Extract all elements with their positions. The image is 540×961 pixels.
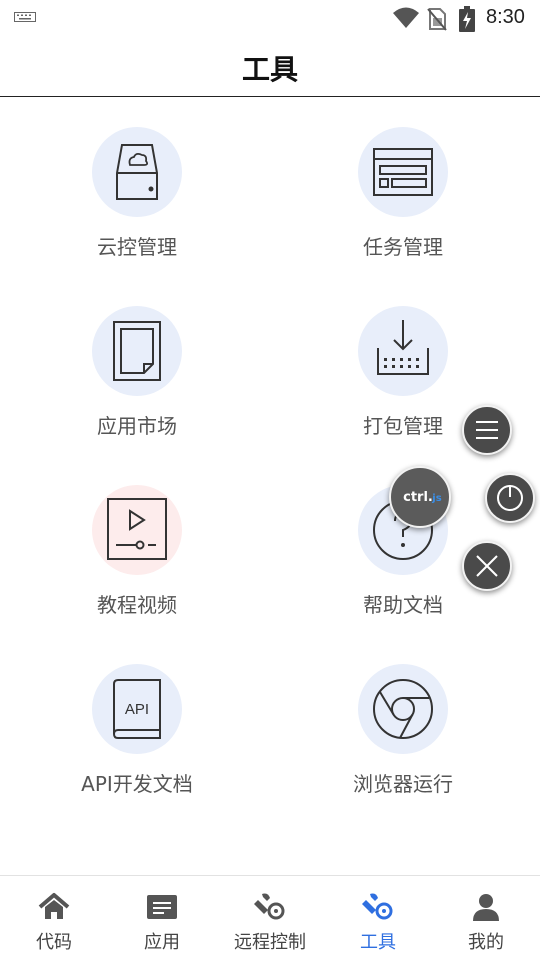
tool-label: 教程视频 [97,593,177,617]
remote-control-icon [254,893,285,920]
nav-item-remote-control[interactable]: 远程控制 [216,876,324,961]
tool-icon-bg [92,127,182,217]
package-download-icon [377,320,429,375]
close-icon [476,555,498,577]
api-book-icon: API [113,679,161,739]
tool-icon-bg [358,306,448,396]
tool-label: 应用市场 [97,414,177,438]
app-card-icon [147,895,177,919]
browser-icon [373,679,433,739]
document-page-icon [113,321,161,381]
tool-cloud-control[interactable]: 云控管理 [37,127,237,260]
no-sim-icon [427,8,447,31]
floating-close-button[interactable] [462,541,512,591]
nav-label: 远程控制 [234,932,306,953]
status-time: 8:30 [486,6,525,28]
tool-icon-bg [92,306,182,396]
svg-text:js: js [431,493,441,504]
ctrljs-logo-icon: ctrl. js [403,490,442,505]
cloud-storage-icon [116,144,158,200]
user-icon [473,894,499,921]
tool-app-market[interactable]: 应用市场 [37,306,237,439]
battery-charging-icon [459,6,475,32]
power-icon [497,485,523,511]
nav-label: 代码 [36,932,72,953]
title-bar: 工具 [0,36,540,97]
tool-label: 浏览器运行 [353,772,453,796]
floating-power-button[interactable] [485,473,535,523]
tool-label: API开发文档 [81,772,193,796]
tool-task-manager[interactable]: 任务管理 [303,127,503,260]
tool-label: 云控管理 [97,235,177,259]
menu-icon [476,421,498,439]
tools-grid: 云控管理 任务管理 应用市场 打包管理 教程视频 帮助文档 API API开发文… [0,97,540,875]
nav-item-tools[interactable]: 工具 [324,876,432,961]
svg-text:API: API [125,701,149,718]
status-bar: 8:30 [0,0,540,36]
floating-menu-button[interactable] [462,405,512,455]
nav-label: 工具 [360,932,396,953]
video-player-icon [107,498,167,560]
home-icon [38,893,70,919]
nav-label: 应用 [144,932,180,953]
tool-icon-bg [358,127,448,217]
nav-label: 我的 [468,932,504,953]
page-title: 工具 [241,53,298,86]
nav-item-code[interactable]: 代码 [0,876,108,961]
tool-icon-bg [92,485,182,575]
nav-item-mine[interactable]: 我的 [432,876,540,961]
bottom-nav: 代码 应用 远程控制 工具 我的 [0,875,540,961]
nav-item-apps[interactable]: 应用 [108,876,216,961]
svg-text:ctrl.: ctrl. [403,490,433,505]
tool-icon-bg: API [92,664,182,754]
tool-api-docs[interactable]: API API开发文档 [37,664,237,797]
floating-logo-button[interactable]: ctrl. js [389,466,451,528]
tool-label: 任务管理 [363,235,443,259]
tool-tutorial-video[interactable]: 教程视频 [37,485,237,618]
tool-browser-run[interactable]: 浏览器运行 [303,664,503,797]
task-window-icon [373,148,433,196]
keyboard-icon [14,12,36,22]
tools-icon [362,893,393,920]
tool-icon-bg [358,664,448,754]
tool-label: 帮助文档 [363,593,443,617]
wifi-icon [393,7,419,28]
